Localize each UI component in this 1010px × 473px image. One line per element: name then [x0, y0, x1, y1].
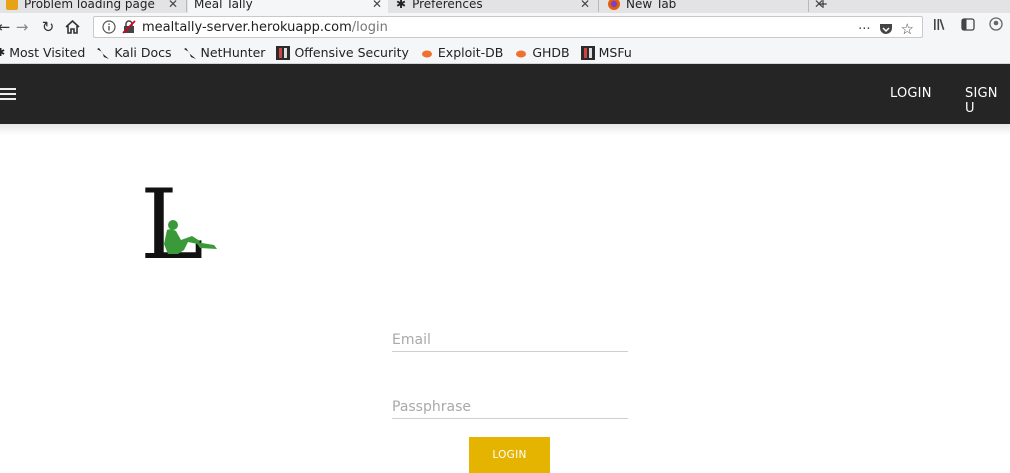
library-icon[interactable]	[933, 17, 947, 31]
forward-button[interactable]: →	[12, 17, 32, 37]
app-header: LOGIN SIGN U	[0, 64, 1010, 124]
bookmark-label: Offensive Security	[294, 45, 409, 60]
offsec-icon	[276, 45, 291, 60]
bookmark-label: Kali Docs	[114, 45, 172, 60]
browser-tab-strip: Problem loading page ✕ Meal Tally ✕ ✱ Pr…	[0, 0, 1010, 13]
header-signup-link[interactable]: SIGN U	[965, 86, 1010, 116]
tab-title: New Tab	[626, 0, 677, 11]
email-field[interactable]	[392, 328, 628, 352]
close-icon[interactable]: ✕	[168, 0, 178, 11]
bookmark-kali-docs[interactable]: Kali Docs	[96, 45, 172, 60]
bug-icon	[421, 50, 432, 57]
page-actions-menu[interactable]: ···	[858, 22, 870, 37]
account-icon[interactable]	[989, 17, 1003, 31]
new-tab-button[interactable]: +	[812, 0, 832, 13]
firefox-icon	[608, 0, 620, 10]
reload-button[interactable]: ↻	[38, 17, 58, 37]
url-path: /login	[351, 19, 388, 35]
bookmark-ghdb[interactable]: GHDB	[514, 45, 570, 60]
close-icon[interactable]: ✕	[372, 0, 382, 11]
header-shadow	[0, 124, 1010, 142]
arrow-right-icon: →	[15, 18, 29, 36]
tab-separator	[808, 0, 809, 12]
gear-icon: ✱	[396, 0, 407, 11]
url-host: mealtally-server.herokuapp.com	[142, 19, 352, 35]
toolbar-right	[933, 17, 1003, 31]
bookmark-nethunter[interactable]: NetHunter	[183, 45, 266, 60]
meal-tally-logo: L	[140, 170, 217, 265]
bookmark-msfu[interactable]: MSFu	[580, 45, 632, 60]
home-button[interactable]	[62, 17, 82, 37]
passphrase-field[interactable]	[392, 395, 628, 419]
pocket-icon[interactable]	[879, 23, 893, 36]
sidebar-icon[interactable]	[961, 17, 975, 31]
bookmark-label: Most Visited	[9, 45, 86, 60]
browser-navbar: ← → ↻ mealtally-server.herokuapp.com/log…	[0, 13, 1010, 42]
offsec-icon	[580, 45, 595, 60]
bug-icon	[516, 50, 527, 57]
tab-separator	[598, 0, 599, 12]
bookmark-star-icon[interactable]: ☆	[901, 20, 914, 38]
tab-title: Problem loading page	[24, 0, 155, 11]
bookmark-most-visited[interactable]: ✱ Most Visited	[0, 45, 85, 60]
url-bar[interactable]: mealtally-server.herokuapp.com/login ···…	[93, 16, 923, 38]
star-icon: ✱	[0, 46, 6, 59]
tab-title: Meal Tally	[194, 0, 253, 11]
plus-icon: +	[818, 0, 829, 11]
bookmark-exploit-db[interactable]: Exploit-DB	[420, 45, 503, 60]
reload-icon: ↻	[41, 18, 55, 36]
tab-preferences[interactable]: ✱ Preferences ✕	[390, 0, 596, 13]
bookmarks-toolbar: ✱ Most Visited Kali Docs NetHunter Offen…	[0, 42, 1010, 64]
close-icon[interactable]: ✕	[580, 0, 590, 11]
tab-separator	[186, 0, 187, 12]
warning-icon	[6, 0, 18, 10]
url-text: mealtally-server.herokuapp.com/login	[142, 20, 388, 35]
tab-title: Preferences	[412, 0, 483, 11]
page-actions: ··· ☆	[858, 20, 914, 38]
home-icon	[64, 20, 80, 34]
kali-dragon-icon	[97, 47, 110, 59]
tab-new-tab[interactable]: New Tab ✕	[602, 0, 830, 13]
bookmark-label: Exploit-DB	[437, 45, 504, 60]
header-login-link[interactable]: LOGIN	[890, 86, 932, 101]
bookmark-label: MSFu	[598, 45, 632, 60]
tab-problem-loading[interactable]: Problem loading page ✕	[0, 0, 184, 13]
arrow-left-icon: ←	[0, 18, 11, 36]
login-button[interactable]: LOGIN	[469, 437, 550, 473]
hamburger-menu-icon[interactable]	[0, 88, 18, 102]
info-icon[interactable]	[102, 20, 116, 34]
tab-meal-tally[interactable]: Meal Tally ✕	[188, 0, 388, 13]
kali-dragon-icon	[183, 47, 196, 59]
bookmark-label: NetHunter	[200, 45, 266, 60]
bookmark-offensive-security[interactable]: Offensive Security	[276, 45, 409, 60]
bookmark-label: GHDB	[532, 45, 570, 60]
insecure-lock-icon[interactable]	[122, 20, 136, 34]
